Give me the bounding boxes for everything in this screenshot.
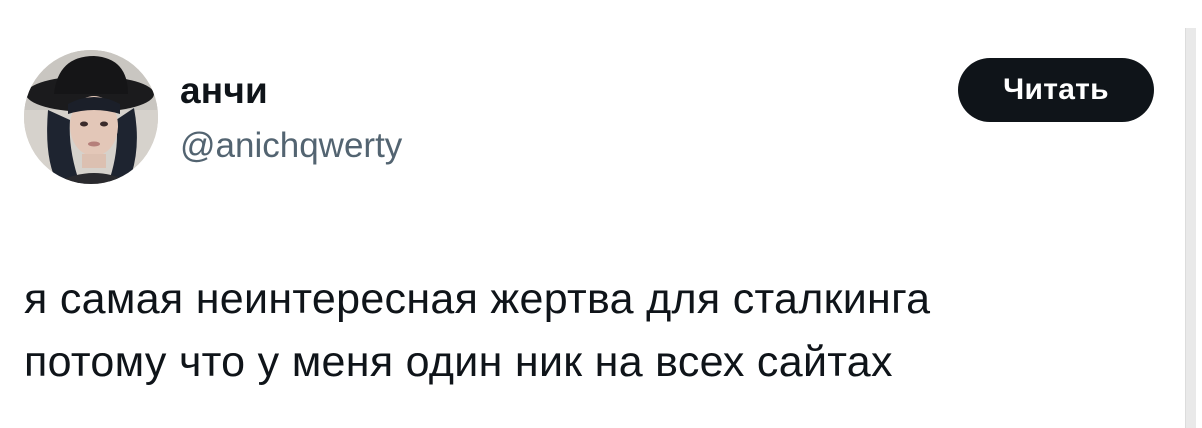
avatar-photo (24, 50, 158, 184)
avatar[interactable] (24, 50, 158, 184)
tweet-card: анчи @anichqwerty Читать я самая неинтер… (0, 0, 1202, 428)
display-name[interactable]: анчи (180, 70, 268, 112)
tweet-text-line: потому что у меня один ник на всех сайта… (24, 338, 893, 386)
scrollbar[interactable] (1185, 28, 1196, 428)
tweet-text: я самая неинтересная жертва для сталкинг… (24, 268, 1164, 394)
follow-button[interactable]: Читать (958, 58, 1154, 122)
tweet-text-line: я самая неинтересная жертва для сталкинг… (24, 275, 931, 323)
username-handle[interactable]: @anichqwerty (180, 126, 402, 166)
